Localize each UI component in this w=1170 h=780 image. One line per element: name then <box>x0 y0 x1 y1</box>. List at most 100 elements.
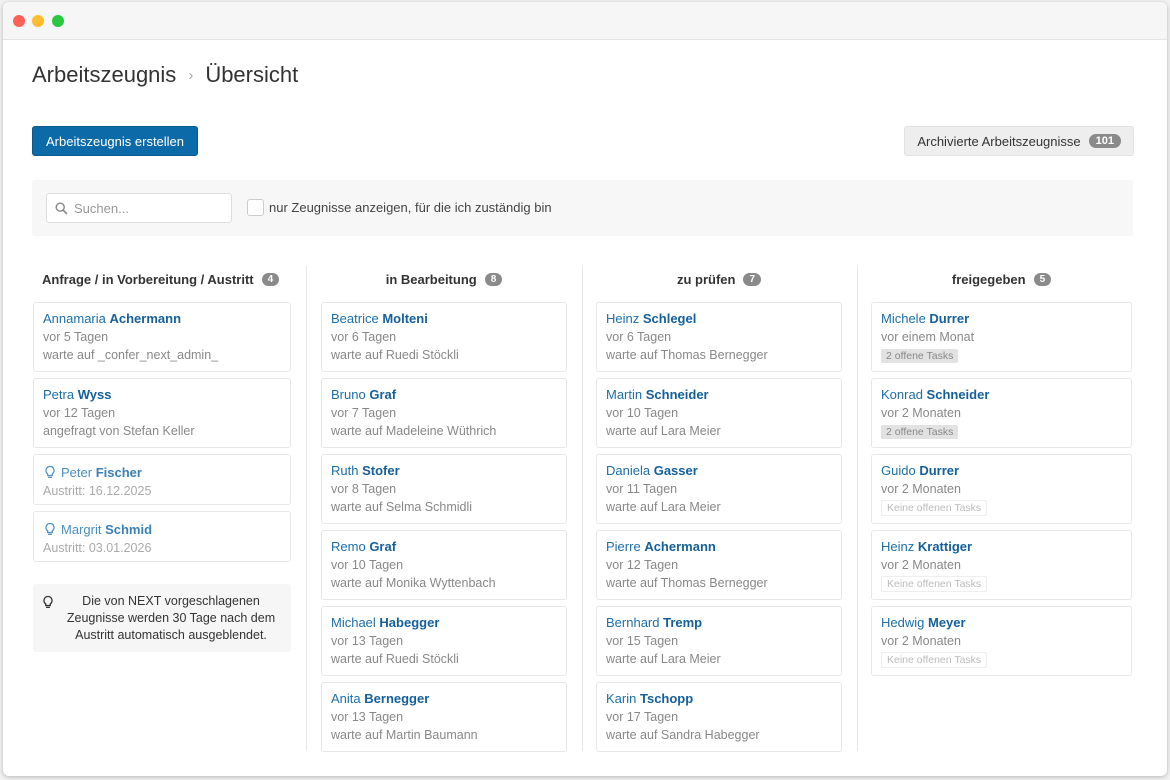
open-tasks-badge: 2 offene Tasks <box>881 349 959 363</box>
card-status: warte auf Monika Wyttenbach <box>331 576 496 590</box>
employee-name[interactable]: Daniela Gasser <box>606 462 832 480</box>
certificate-card[interactable]: Bruno Graf vor 7 Tagen warte auf Madeleine… <box>321 378 567 448</box>
card-status: warte auf Thomas Bernegger <box>606 576 768 590</box>
suggested-card[interactable]: Margrit Schmid Austritt: 03.01.2026 <box>33 511 291 562</box>
card-status: warte auf Ruedi Stöckli <box>331 652 459 666</box>
certificate-card[interactable]: Guido Durrer vor 2 Monaten Keine offenen T… <box>871 454 1132 524</box>
app-window: Arbeitszeugnis › Übersicht Arbeitszeugni… <box>3 2 1167 776</box>
page-title: Übersicht <box>205 62 299 87</box>
employee-name[interactable]: Hedwig Meyer <box>881 614 1122 632</box>
column-approved: freigegeben 5 Michele Durrer vor einem Mo… <box>871 264 1132 682</box>
column-title: in Bearbeitung <box>385 271 477 287</box>
column-title: Anfrage / in Vorbereitung / Austritt <box>42 271 254 287</box>
column-requests: Anfrage / in Vorbereitung / Austritt 4 A… <box>33 264 291 652</box>
employee-name[interactable]: Michele Durrer <box>881 310 1122 328</box>
card-status: warte auf Lara Meier <box>606 500 721 514</box>
employee-name[interactable]: Konrad Schneider <box>881 386 1122 404</box>
column-header: zu prüfen 7 <box>596 264 842 294</box>
certificate-card[interactable]: Annamaria Achermann vor 5 Tagen warte au… <box>33 302 291 372</box>
card-status: warte auf Lara Meier <box>606 652 721 666</box>
certificate-card[interactable]: Daniela Gasser vor 11 Tagen warte auf Lara… <box>596 454 842 524</box>
card-age: vor einem Monat <box>881 330 975 344</box>
employee-name[interactable]: Bernhard Tremp <box>606 614 832 632</box>
responsible-filter[interactable]: nur Zeugnisse anzeigen, für die ich zust… <box>247 199 552 216</box>
certificate-card[interactable]: Konrad Schneider vor 2 Monaten 2 offene Ta… <box>871 378 1132 448</box>
suggested-card[interactable]: Peter Fischer Austritt: 16.12.2025 <box>33 454 291 505</box>
card-status: warte auf Martin Baumann <box>331 728 478 742</box>
lightbulb-icon <box>45 522 55 535</box>
close-window-button[interactable] <box>13 15 25 27</box>
certificate-card[interactable]: Heinz Krattiger vor 2 Monaten Keine offene… <box>871 530 1132 600</box>
card-age: vor 7 Tagen <box>331 406 397 420</box>
employee-name[interactable]: Karin Tschopp <box>606 690 832 708</box>
employee-name[interactable]: Ruth Stofer <box>331 462 557 480</box>
certificate-card[interactable]: Petra Wyss vor 12 Tagen angefragt von St… <box>33 378 291 448</box>
search-box <box>46 193 232 223</box>
card-age: vor 15 Tagen <box>606 634 679 648</box>
filter-bar: nur Zeugnisse anzeigen, für die ich zust… <box>32 180 1133 236</box>
card-status: angefragt von Stefan Keller <box>43 424 195 438</box>
employee-name[interactable]: Peter Fischer <box>43 464 281 482</box>
certificate-card[interactable]: Martin Schneider vor 10 Tagen warte auf La… <box>596 378 842 448</box>
card-age: vor 17 Tagen <box>606 710 679 724</box>
employee-name[interactable]: Heinz Schlegel <box>606 310 832 328</box>
info-box: Die von NEXT vorgeschlagenen Zeugnisse w… <box>33 584 291 652</box>
certificate-card[interactable]: Pierre Achermann vor 12 Tagen warte auf Th… <box>596 530 842 600</box>
card-exit-date: Austritt: 03.01.2026 <box>43 541 152 555</box>
card-status: warte auf Sandra Habegger <box>606 728 760 742</box>
card-age: vor 8 Tagen <box>331 482 397 496</box>
card-status: warte auf Ruedi Stöckli <box>331 348 459 362</box>
card-status: warte auf Thomas Bernegger <box>606 348 768 362</box>
certificate-card[interactable]: Heinz Schlegel vor 6 Tagen warte auf Thoma… <box>596 302 842 372</box>
employee-name[interactable]: Anita Bernegger <box>331 690 557 708</box>
employee-name[interactable]: Martin Schneider <box>606 386 832 404</box>
employee-name[interactable]: Beatrice Molteni <box>331 310 557 328</box>
card-age: vor 6 Tagen <box>606 330 672 344</box>
card-status: warte auf Madeleine Wüthrich <box>331 424 497 438</box>
card-age: vor 12 Tagen <box>43 406 116 420</box>
card-age: vor 13 Tagen <box>331 710 404 724</box>
lightbulb-icon <box>43 595 53 608</box>
employee-name[interactable]: Bruno Graf <box>331 386 557 404</box>
certificate-card[interactable]: Remo Graf vor 10 Tagen warte auf Monika Wy… <box>321 530 567 600</box>
create-certificate-button[interactable]: Arbeitszeugnis erstellen <box>32 126 199 156</box>
employee-name[interactable]: Petra Wyss <box>43 386 281 404</box>
title-bar <box>3 2 1167 40</box>
certificate-card[interactable]: Michele Durrer vor einem Monat 2 offene Ta… <box>871 302 1132 372</box>
responsible-checkbox[interactable] <box>247 199 264 216</box>
card-age: vor 2 Monaten <box>881 482 961 496</box>
certificate-card[interactable]: Hedwig Meyer vor 2 Monaten Keine offenen T… <box>871 606 1132 676</box>
maximize-window-button[interactable] <box>52 15 64 27</box>
certificate-card[interactable]: Ruth Stofer vor 8 Tagen warte auf Selma Sc… <box>321 454 567 524</box>
card-age: vor 2 Monaten <box>881 406 961 420</box>
open-tasks-badge: 2 offene Tasks <box>881 425 959 439</box>
column-divider <box>306 266 307 751</box>
search-input[interactable] <box>74 200 224 216</box>
no-tasks-badge: Keine offenen Tasks <box>881 576 988 592</box>
employee-name[interactable]: Guido Durrer <box>881 462 1122 480</box>
column-count-badge: 5 <box>1033 272 1052 286</box>
employee-name[interactable]: Michael Habegger <box>331 614 557 632</box>
breadcrumb-root[interactable]: Arbeitszeugnis <box>32 62 176 88</box>
employee-name[interactable]: Heinz Krattiger <box>881 538 1122 556</box>
employee-name[interactable]: Pierre Achermann <box>606 538 832 556</box>
card-status: warte auf Lara Meier <box>606 424 721 438</box>
certificate-card[interactable]: Bernhard Tremp vor 15 Tagen warte auf Lara… <box>596 606 842 676</box>
column-title: freigegeben <box>951 271 1026 287</box>
breadcrumb: Arbeitszeugnis › Übersicht <box>32 62 298 88</box>
employee-name[interactable]: Annamaria Achermann <box>43 310 281 328</box>
card-age: vor 10 Tagen <box>606 406 679 420</box>
search-icon <box>55 201 68 215</box>
card-age: vor 2 Monaten <box>881 558 961 572</box>
archived-certificates-button[interactable]: Archivierte Arbeitszeugnisse 101 <box>904 126 1134 156</box>
certificate-card[interactable]: Anita Bernegger vor 13 Tagen warte auf Mar… <box>321 682 567 752</box>
card-exit-date: Austritt: 16.12.2025 <box>43 484 152 498</box>
minimize-window-button[interactable] <box>32 15 44 27</box>
column-title: zu prüfen <box>676 271 736 287</box>
certificate-card[interactable]: Beatrice Molteni vor 6 Tagen warte auf Rue… <box>321 302 567 372</box>
certificate-card[interactable]: Michael Habegger vor 13 Tagen warte auf Ru… <box>321 606 567 676</box>
no-tasks-badge: Keine offenen Tasks <box>881 652 988 668</box>
employee-name[interactable]: Margrit Schmid <box>43 521 281 539</box>
employee-name[interactable]: Remo Graf <box>331 538 557 556</box>
certificate-card[interactable]: Karin Tschopp vor 17 Tagen warte auf Sandr… <box>596 682 842 752</box>
